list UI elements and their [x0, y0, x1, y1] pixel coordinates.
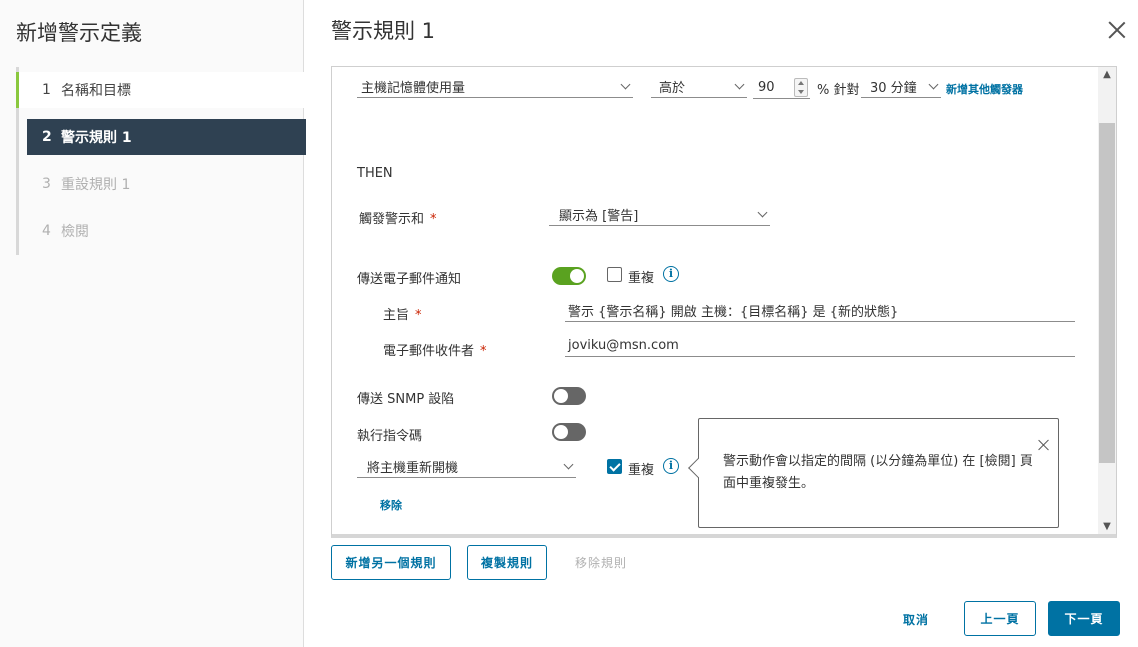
then-label: THEN: [357, 166, 393, 181]
chevron-down-icon: [757, 207, 768, 218]
wizard-step-name-target[interactable]: 1 名稱和目標: [16, 72, 306, 108]
toggle-knob: [570, 269, 584, 283]
threshold-input[interactable]: 90: [753, 77, 810, 99]
wizard-sidebar: 新增警示定義 1 名稱和目標 2 警示規則 1 3 重設規則 1 4 檢閱: [0, 0, 306, 647]
step-label: 檢閱: [61, 224, 89, 240]
script-action-value: 將主機重新開機: [367, 461, 459, 476]
step-label: 名稱和目標: [61, 83, 131, 99]
tooltip-text: 警示動作會以指定的間隔 (以分鐘為單位) 在 [檢閱] 頁面中重複發生。: [723, 454, 1033, 491]
step-number: 4: [42, 223, 51, 239]
required-marker: *: [415, 308, 422, 323]
threshold-value: 90: [758, 80, 775, 95]
step-label: 重設規則 1: [61, 177, 131, 193]
subject-label-text: 主旨: [383, 308, 410, 323]
recipients-label: 電子郵件收件者 *: [383, 340, 487, 359]
page-title: 警示規則 1: [331, 19, 436, 43]
info-icon[interactable]: i: [663, 266, 679, 282]
chevron-down-icon: [928, 79, 939, 90]
remove-rule-button: 移除規則: [574, 556, 627, 570]
alert-severity-value: 顯示為 [警告]: [559, 209, 639, 224]
step-label: 警示規則 1: [61, 130, 132, 146]
cancel-button[interactable]: 取消: [886, 602, 946, 637]
operator-select[interactable]: 高於: [651, 76, 747, 98]
step-number: 3: [42, 176, 51, 192]
step-number: 1: [42, 82, 51, 98]
spinner-icon[interactable]: [794, 78, 808, 97]
script-repeat-checkbox[interactable]: [607, 459, 622, 474]
metric-select[interactable]: 主機記憶體使用量: [357, 76, 633, 98]
subject-label: 主旨 *: [383, 304, 422, 323]
add-rule-button[interactable]: 新增另一個規則: [331, 545, 451, 580]
metric-value: 主機記憶體使用量: [361, 81, 466, 96]
run-script-toggle[interactable]: [552, 423, 586, 441]
operator-value: 高於: [659, 81, 686, 96]
next-button[interactable]: 下一頁: [1048, 601, 1120, 636]
back-button[interactable]: 上一頁: [964, 601, 1036, 636]
recipients-label-text: 電子郵件收件者: [383, 344, 475, 359]
wizard-steps: 1 名稱和目標 2 警示規則 1 3 重設規則 1 4 檢閱: [16, 67, 306, 255]
trigger-alert-text: 觸發警示和: [359, 212, 425, 227]
email-notification-label: 傳送電子郵件通知: [357, 272, 462, 287]
wizard-step-alert-rule[interactable]: 2 警示規則 1: [27, 119, 306, 155]
close-icon[interactable]: [1108, 21, 1126, 39]
duration-value: 30 分鐘: [870, 81, 917, 96]
info-icon[interactable]: i: [663, 458, 679, 474]
email-notification-toggle[interactable]: [552, 267, 586, 285]
remove-action-link[interactable]: 移除: [380, 497, 402, 513]
copy-rule-button[interactable]: 複製規則: [467, 545, 547, 580]
chevron-down-icon: [734, 79, 745, 90]
step-number: 2: [42, 129, 52, 145]
chevron-down-icon: [620, 79, 631, 90]
duration-select[interactable]: 30 分鐘: [861, 76, 941, 98]
snmp-toggle[interactable]: [552, 387, 586, 405]
scroll-up-icon[interactable]: ▲: [1102, 70, 1112, 80]
script-repeat-label: 重複: [628, 463, 655, 478]
subject-input[interactable]: 警示 {警示名稱} 開啟 主機：{目標名稱} 是 {新的狀態}: [565, 300, 1075, 322]
snmp-label: 傳送 SNMP 設陷: [357, 392, 455, 407]
required-marker: *: [480, 344, 487, 359]
toggle-knob: [554, 425, 568, 439]
wizard-step-reset-rule: 3 重設規則 1: [27, 166, 306, 202]
scroll-thumb[interactable]: [1099, 123, 1115, 463]
unit-label: % 針對: [817, 83, 860, 98]
toggle-knob: [554, 389, 568, 403]
alert-severity-select[interactable]: 顯示為 [警告]: [549, 204, 770, 226]
run-script-label: 執行指令碼: [357, 429, 423, 444]
email-repeat-label: 重複: [628, 271, 655, 286]
repeat-info-tooltip: 警示動作會以指定的間隔 (以分鐘為單位) 在 [檢閱] 頁面中重複發生。: [698, 418, 1059, 528]
scrollbar[interactable]: ▲ ▼: [1098, 67, 1116, 534]
wizard-step-review: 4 檢閱: [27, 213, 306, 249]
scroll-down-icon[interactable]: ▼: [1102, 522, 1112, 532]
script-action-select[interactable]: 將主機重新開機: [357, 456, 576, 478]
wizard-title: 新增警示定義: [16, 21, 142, 45]
email-repeat-checkbox[interactable]: [607, 267, 622, 282]
required-marker: *: [430, 212, 437, 227]
chevron-down-icon: [563, 459, 574, 470]
trigger-alert-label: 觸發警示和 *: [359, 208, 437, 227]
close-icon[interactable]: [1038, 439, 1050, 451]
rule-editor-panel: 主機記憶體使用量 高於 90 % 針對 30 分鐘 新增其他觸發器 THEN 觸…: [331, 66, 1117, 538]
add-trigger-link[interactable]: 新增其他觸發器: [946, 81, 1023, 97]
recipients-input[interactable]: joviku@msn.com: [565, 335, 1075, 357]
